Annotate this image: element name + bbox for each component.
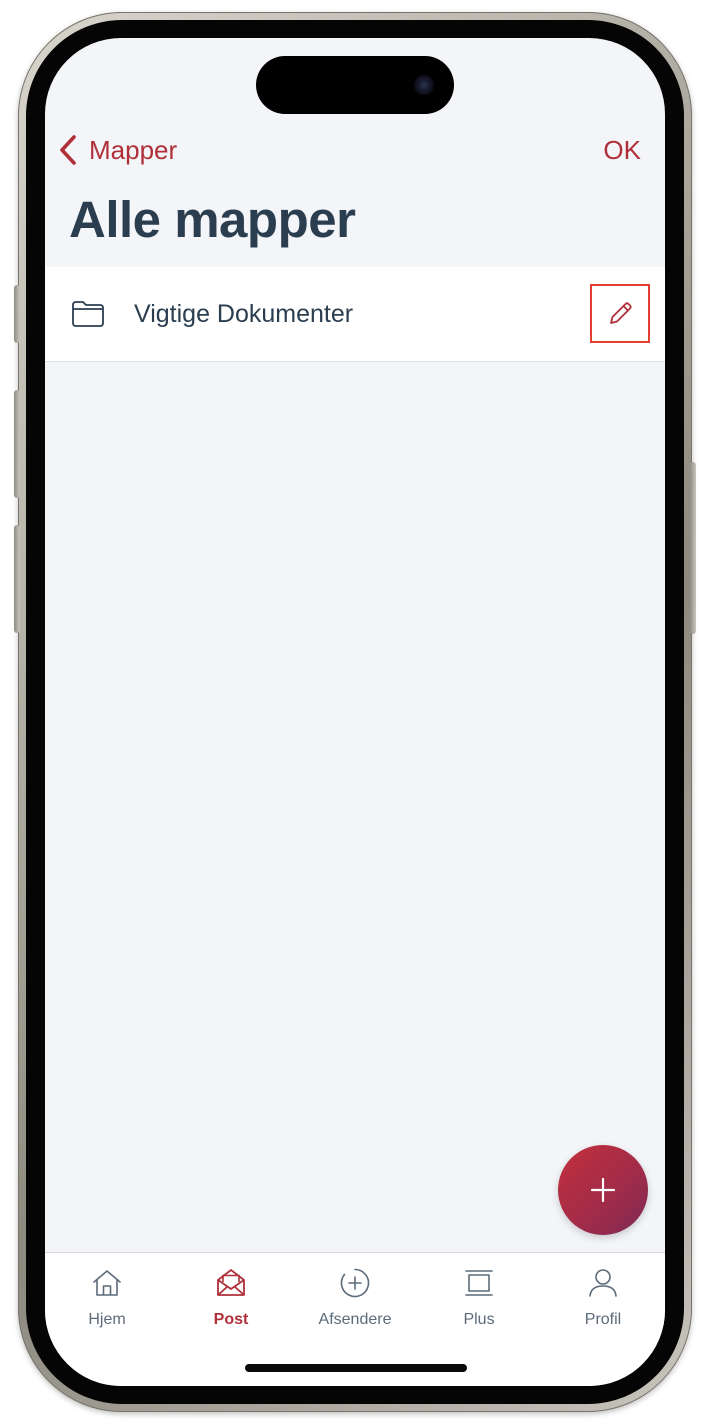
app-screen: Mapper OK Alle mapper Vigtige Dokumenter — [45, 38, 665, 1386]
person-icon — [589, 1269, 617, 1297]
home-indicator[interactable] — [245, 1364, 467, 1372]
tab-label: Plus — [463, 1311, 495, 1328]
tab-post[interactable]: Post — [169, 1253, 293, 1343]
folder-list: Vigtige Dokumenter — [45, 267, 665, 362]
dynamic-island — [256, 56, 454, 114]
page-title: Alle mapper — [69, 191, 356, 248]
ok-button[interactable]: OK — [603, 130, 641, 170]
tab-hjem[interactable]: Hjem — [45, 1253, 169, 1343]
tab-label: Afsendere — [318, 1311, 392, 1328]
plus-circle-icon — [340, 1268, 370, 1298]
edit-folder-button[interactable] — [590, 284, 650, 343]
tab-afsendere[interactable]: Afsendere — [293, 1253, 417, 1343]
volume-up-button — [14, 390, 20, 498]
pencil-icon — [610, 301, 632, 324]
back-button[interactable]: Mapper — [57, 130, 177, 170]
power-button — [690, 462, 696, 634]
back-label: Mapper — [89, 134, 178, 165]
envelope-icon — [217, 1269, 245, 1296]
add-folder-button[interactable] — [558, 1145, 648, 1235]
volume-down-button — [14, 525, 20, 633]
action-button — [14, 285, 20, 343]
tab-label: Profil — [584, 1311, 622, 1328]
tab-plus[interactable]: Plus — [417, 1253, 541, 1343]
stack-icon — [465, 1270, 493, 1296]
list-item[interactable]: Vigtige Dokumenter — [45, 267, 665, 361]
chevron-left-icon — [60, 135, 76, 165]
plus-icon — [590, 1177, 616, 1203]
folder-name: Vigtige Dokumenter — [134, 300, 354, 328]
tab-label: Post — [213, 1311, 249, 1328]
tab-label: Hjem — [88, 1311, 126, 1328]
house-icon — [93, 1270, 121, 1296]
tab-profil[interactable]: Profil — [541, 1253, 665, 1343]
folder-icon — [72, 301, 104, 327]
camera-icon — [414, 75, 434, 95]
